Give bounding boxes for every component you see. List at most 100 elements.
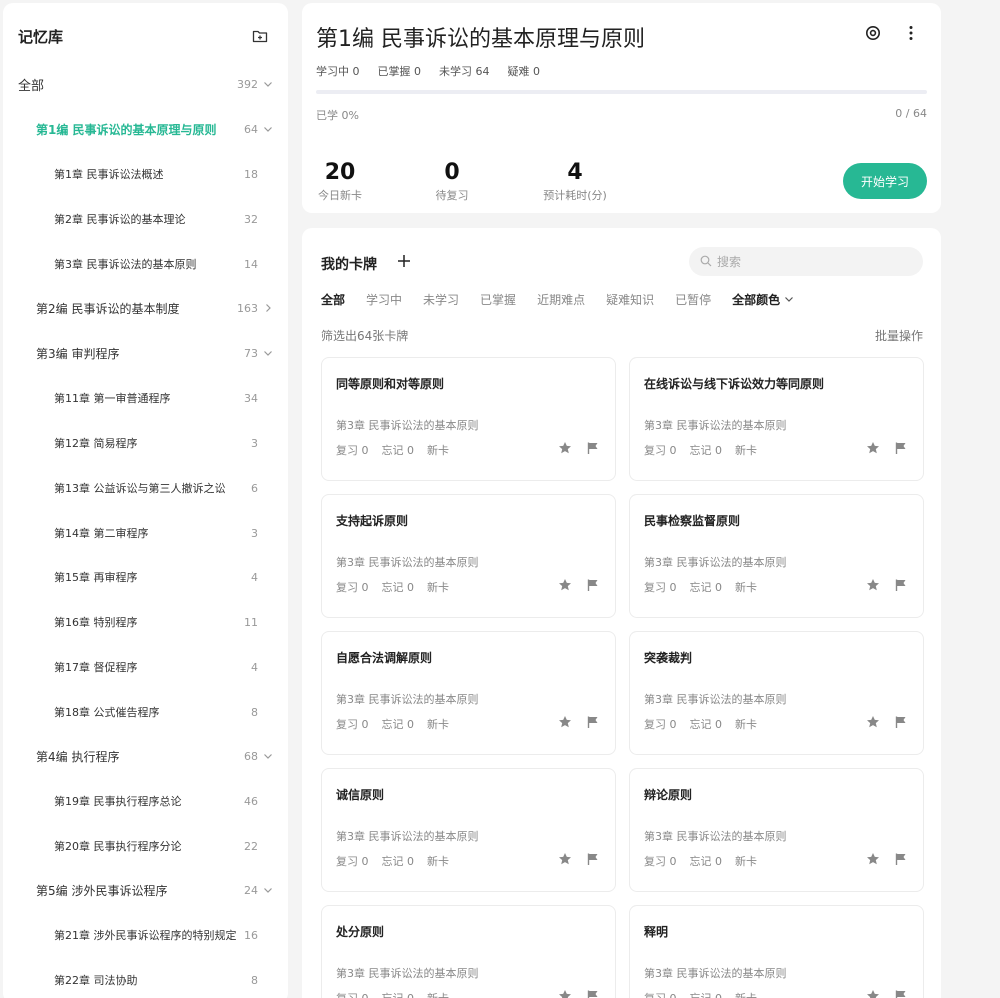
flashcard[interactable]: 民事检察监督原则 第3章 民事诉讼法的基本原则 复习 0 忘记 0 新卡 xyxy=(629,494,924,618)
star-icon[interactable] xyxy=(865,577,881,593)
card-status: 新卡 xyxy=(427,444,449,457)
tab-all[interactable]: 全部 xyxy=(321,291,345,308)
card-status: 新卡 xyxy=(735,718,757,731)
sidebar-item-all[interactable]: 全部 392 xyxy=(3,69,288,99)
sidebar-item-ch17[interactable]: 第17章 督促程序 4 xyxy=(3,652,288,682)
card-forget-count: 忘记 0 xyxy=(381,444,415,457)
flashcard[interactable]: 辩论原则 第3章 民事诉讼法的基本原则 复习 0 忘记 0 新卡 xyxy=(629,768,924,892)
sidebar-item-part4[interactable]: 第4编 执行程序 68 xyxy=(3,741,288,771)
card-title: 民事检察监督原则 xyxy=(644,514,741,528)
flag-icon[interactable] xyxy=(893,714,909,730)
flashcard[interactable]: 同等原则和对等原则 第3章 民事诉讼法的基本原则 复习 0 忘记 0 新卡 xyxy=(321,357,616,481)
flag-icon[interactable] xyxy=(585,714,601,730)
flag-icon[interactable] xyxy=(585,577,601,593)
target-icon[interactable] xyxy=(863,23,883,43)
sidebar-item-ch16[interactable]: 第16章 特别程序 11 xyxy=(3,607,288,637)
search-input[interactable] xyxy=(717,254,907,269)
star-icon[interactable] xyxy=(557,851,573,867)
sidebar-item-ch15[interactable]: 第15章 再审程序 4 xyxy=(3,562,288,592)
card-chapter: 第3章 民事诉讼法的基本原则 xyxy=(336,830,479,843)
flashcard[interactable]: 支持起诉原则 第3章 民事诉讼法的基本原则 复习 0 忘记 0 新卡 xyxy=(321,494,616,618)
card-review-count: 复习 0 xyxy=(336,444,369,457)
sidebar-item-label: 第22章 司法协助 xyxy=(54,974,138,987)
flashcard[interactable]: 释明第3章 民事诉讼法的基本原则复习 0 忘记 0 新卡 xyxy=(629,905,924,998)
chevron-down-icon[interactable] xyxy=(260,748,276,764)
star-icon[interactable] xyxy=(557,440,573,456)
sidebar-item-ch20[interactable]: 第20章 民事执行程序分论 22 xyxy=(3,831,288,861)
flashcard[interactable]: 在线诉讼与线下诉讼效力等同原则 第3章 民事诉讼法的基本原则 复习 0 忘记 0 新卡 xyxy=(629,357,924,481)
star-icon[interactable] xyxy=(557,577,573,593)
chevron-down-icon[interactable] xyxy=(260,121,276,137)
tab-unlearned[interactable]: 未学习 xyxy=(423,291,459,308)
flashcard[interactable]: 自愿合法调解原则 第3章 民事诉讼法的基本原则 复习 0 忘记 0 新卡 xyxy=(321,631,616,755)
flashcard[interactable]: 诚信原则 第3章 民事诉讼法的基本原则 复习 0 忘记 0 新卡 xyxy=(321,768,616,892)
flag-icon[interactable] xyxy=(893,851,909,867)
sidebar-item-part5[interactable]: 第5编 涉外民事诉讼程序 24 xyxy=(3,875,288,905)
sidebar-item-ch13[interactable]: 第13章 公益诉讼与第三人撤诉之讼 6 xyxy=(3,473,288,503)
flag-icon[interactable] xyxy=(585,440,601,456)
cards-panel-title: 我的卡牌 xyxy=(321,257,377,273)
sidebar-item-ch18[interactable]: 第18章 公式催告程序 8 xyxy=(3,697,288,727)
sidebar-item-count: 32 xyxy=(244,212,258,226)
deck-summary-card: 第1编 民事诉讼的基本原理与原则 学习中 0 已掌握 0 未学习 64 疑难 0… xyxy=(302,3,941,213)
card-review-count: 复习 0 xyxy=(644,855,677,868)
flag-icon[interactable] xyxy=(585,988,601,998)
stat-difficult: 疑难 0 xyxy=(507,65,541,78)
star-icon[interactable] xyxy=(865,714,881,730)
sidebar-item-ch3[interactable]: 第3章 民事诉讼法的基本原则 14 xyxy=(3,249,288,279)
star-icon[interactable] xyxy=(557,988,573,998)
flag-icon[interactable] xyxy=(893,988,909,998)
sidebar-item-ch2[interactable]: 第2章 民事诉讼的基本理论 32 xyxy=(3,204,288,234)
flashcard[interactable]: 突袭裁判 第3章 民事诉讼法的基本原则 复习 0 忘记 0 新卡 xyxy=(629,631,924,755)
tab-paused[interactable]: 已暂停 xyxy=(675,291,711,308)
card-review-count: 复习 0 xyxy=(336,718,369,731)
sidebar-item-label: 第16章 特别程序 xyxy=(54,616,138,629)
chevron-down-icon[interactable] xyxy=(260,345,276,361)
card-chapter: 第3章 民事诉讼法的基本原则 xyxy=(644,967,787,980)
tab-learning[interactable]: 学习中 xyxy=(366,291,402,308)
sidebar-item-ch19[interactable]: 第19章 民事执行程序总论 46 xyxy=(3,786,288,816)
card-status: 新卡 xyxy=(735,581,757,594)
more-icon[interactable] xyxy=(901,23,921,43)
tab-difficult-knowledge[interactable]: 疑难知识 xyxy=(606,291,654,308)
star-icon[interactable] xyxy=(557,714,573,730)
chevron-down-icon[interactable] xyxy=(260,882,276,898)
card-review-count: 复习 0 xyxy=(336,855,369,868)
flag-icon[interactable] xyxy=(893,577,909,593)
card-stats: 复习 0 忘记 0 新卡 xyxy=(644,716,757,732)
card-chapter: 第3章 民事诉讼法的基本原则 xyxy=(336,967,479,980)
flag-icon[interactable] xyxy=(893,440,909,456)
sidebar-item-ch1[interactable]: 第1章 民事诉讼法概述 18 xyxy=(3,159,288,189)
batch-operation-button[interactable]: 批量操作 xyxy=(875,327,923,344)
sidebar-item-count: 34 xyxy=(244,391,258,405)
star-icon[interactable] xyxy=(865,851,881,867)
card-forget-count: 忘记 0 xyxy=(381,718,415,731)
sidebar-item-part1[interactable]: 第1编 民事诉讼的基本原理与原则 64 xyxy=(3,114,288,144)
chevron-right-icon[interactable] xyxy=(260,300,276,316)
color-filter-dropdown[interactable]: 全部颜色 xyxy=(732,291,794,308)
sidebar-item-ch21[interactable]: 第21章 涉外民事诉讼程序的特别规定 16 xyxy=(3,920,288,950)
sidebar-item-part2[interactable]: 第2编 民事诉讼的基本制度 163 xyxy=(3,293,288,323)
star-icon[interactable] xyxy=(865,440,881,456)
plus-icon[interactable] xyxy=(394,251,414,271)
flag-icon[interactable] xyxy=(585,851,601,867)
sidebar-item-ch22[interactable]: 第22章 司法协助 8 xyxy=(3,965,288,995)
sidebar-item-label: 第1章 民事诉讼法概述 xyxy=(54,168,164,181)
sidebar-item-ch12[interactable]: 第12章 简易程序 3 xyxy=(3,428,288,458)
tab-recent-difficult[interactable]: 近期难点 xyxy=(537,291,585,308)
chevron-down-icon[interactable] xyxy=(260,76,276,92)
sidebar-item-label: 第19章 民事执行程序总论 xyxy=(54,795,182,808)
start-learning-button[interactable]: 开始学习 xyxy=(843,163,927,199)
sidebar-item-ch14[interactable]: 第14章 第二审程序 3 xyxy=(3,518,288,548)
sidebar-item-count: 22 xyxy=(244,839,258,853)
card-status: 新卡 xyxy=(735,855,757,868)
tab-mastered[interactable]: 已掌握 xyxy=(480,291,516,308)
sidebar-item-count: 8 xyxy=(251,973,258,987)
star-icon[interactable] xyxy=(865,988,881,998)
sidebar-item-ch11[interactable]: 第11章 第一审普通程序 34 xyxy=(3,383,288,413)
flashcard[interactable]: 处分原则第3章 民事诉讼法的基本原则复习 0 忘记 0 新卡 xyxy=(321,905,616,998)
metric-caption: 待复习 xyxy=(435,189,469,202)
sidebar-item-count: 18 xyxy=(244,167,258,181)
add-folder-icon[interactable] xyxy=(250,26,270,46)
sidebar-item-part3[interactable]: 第3编 审判程序 73 xyxy=(3,338,288,368)
